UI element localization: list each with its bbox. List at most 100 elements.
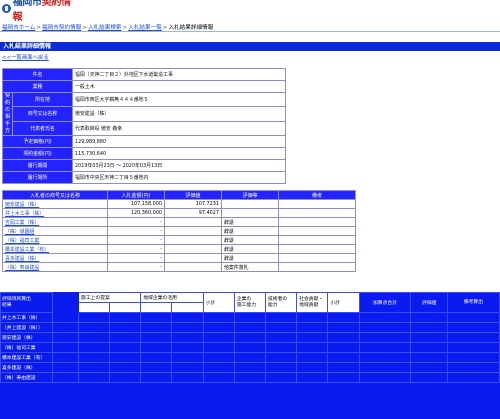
detail-label: 契約金額(円) (1, 147, 74, 160)
detail-value: 福岡市中央区天神二丁目５番地内 (72, 171, 287, 184)
table-row: （株）福司工業 (0, 342, 500, 353)
bid-remark (278, 262, 356, 272)
bid-note: 他案件落札 (221, 262, 279, 272)
bid-score (164, 253, 222, 263)
bid-score (164, 244, 222, 254)
bid-remark (278, 199, 356, 209)
bid-remark (278, 235, 356, 245)
table-row: （株）城園組 - 辞退 (2, 226, 356, 236)
detail-row: 履行期間 2019年03月23日 ～ 2020年03月13日 (1, 159, 287, 172)
table-row: 吉岡工業（株） - 辞退 (2, 217, 356, 227)
evaluation-company: （井上建設（株）） (0, 322, 53, 333)
breadcrumb: 福岡市ホーム>福岡市契約情報>入札結果検索>入札結果一覧>入札結果詳細情報 (2, 23, 500, 31)
bidder-name-link[interactable]: （株）福司工業 (2, 235, 108, 245)
detail-label: 件名 (1, 68, 74, 81)
bid-note: 辞退 (221, 226, 279, 236)
detail-row: 代表者氏名 代表取締役 徳安 義幸 (3, 120, 287, 137)
table-row: 井上木工事（株） (0, 312, 500, 323)
detail-value: 代表取締役 徳安 義幸 (72, 120, 287, 137)
breadcrumb-divider (0, 31, 500, 32)
detail-value: 福岡市西区大字鵜無４４４番地５ (72, 91, 287, 108)
bid-note: 辞退 (221, 244, 279, 254)
bid-amount: 120,360,000 (107, 208, 165, 218)
column-header: 評価値 (410, 292, 448, 313)
column-header: 備考算出 (446, 292, 500, 313)
table-row: 橋本建設工業（有） (0, 352, 500, 363)
bidders-table: 入札者の商号又は名称 入札金額(円) 評価値 評価等 備考 徳安建設（株） 10… (2, 190, 356, 272)
bid-score: 107.7231 (164, 199, 222, 209)
column-header: 加算点合計 (358, 292, 412, 313)
bid-note (221, 208, 279, 218)
bid-amount: - (107, 226, 165, 236)
evaluation-top-left-header: 評価項目算出 結果 (0, 292, 53, 313)
bidder-name-link[interactable]: 吉岡工業（株） (2, 217, 108, 227)
table-row: （株）寿由建設 (0, 372, 500, 383)
detail-label: 業種 (1, 80, 74, 93)
detail-label: 予定価格(円) (1, 135, 74, 148)
detail-label: 履行期間 (1, 159, 74, 172)
bidders-header-row: 入札者の商号又は名称 入札金額(円) 評価値 評価等 備考 (2, 190, 356, 200)
bid-remark (278, 217, 356, 227)
logo-text-city: 福岡市 (12, 0, 42, 8)
detail-row: 予定価格(円) 129,989,880 (1, 135, 287, 148)
table-row: 徳安建設（株） (0, 332, 500, 343)
evaluation-table: 評価項目算出 結果 施工上の提案 地域企業の活用 小計 企業の 施工能力 技術者… (0, 292, 500, 383)
table-row: （株）寿由建設 - 他案件落札 (2, 262, 356, 272)
table-row: 喜多建設（株） - 辞退 (2, 253, 356, 263)
bidder-name-link[interactable]: 喜多建設（株） (2, 253, 108, 263)
bid-remark (278, 208, 356, 218)
column-header: 地域企業の活用 (140, 292, 204, 303)
section-title: 入札結果詳細情報 (0, 42, 500, 51)
evaluation-company: 徳安建設（株） (0, 332, 53, 343)
city-emblem-icon (2, 3, 11, 13)
column-header: 評価等 (221, 190, 279, 200)
table-row: 橋本建設工業（有） - 辞退 (2, 244, 356, 254)
bid-score (164, 217, 222, 227)
bidder-name-link[interactable]: 井上木工事（株） (2, 208, 108, 218)
bid-score (164, 226, 222, 236)
detail-value: 福岡（天神二丁目２）外地区下水道築造工事 (72, 68, 287, 81)
bid-score (164, 262, 222, 272)
evaluation-header-row: 評価項目算出 結果 施工上の提案 地域企業の活用 小計 企業の 施工能力 技術者… (0, 292, 500, 313)
column-header: 小計 (202, 292, 235, 313)
bid-note: 辞退 (221, 235, 279, 245)
detail-value: 一般土木 (72, 80, 287, 93)
detail-label: 履行場所 (1, 171, 74, 184)
detail-row: 契約の相手方 所在地 福岡市西区大字鵜無４４４番地５ (2, 91, 287, 136)
detail-value: 129,989,880 (72, 135, 287, 148)
column-header: 小計 (327, 292, 360, 313)
detail-value: 2019年03月23日 ～ 2020年03月13日 (72, 159, 287, 172)
bid-remark (278, 226, 356, 236)
evaluation-company: 喜多建設（株） (0, 362, 53, 373)
column-header: 技術者の 能力 (264, 292, 298, 313)
detail-label: 代表者氏名 (11, 120, 74, 137)
detail-row: 履行場所 福岡市中央区天神二丁目５番地内 (1, 171, 287, 184)
site-logo[interactable]: 福岡市契約情報 (2, 0, 78, 23)
contract-party-group-label: 契約の相手方 (2, 92, 13, 136)
detail-row: 契約金額(円) 115,730,640 (1, 147, 287, 160)
bid-amount: - (107, 253, 165, 263)
column-header: 企業の 施工能力 (233, 292, 267, 313)
detail-row: 商号又は名称 徳安建設（株） (3, 106, 287, 122)
detail-label: 所在地 (11, 91, 74, 108)
detail-value: 徳安建設（株） (72, 106, 287, 122)
column-header: 入札者の商号又は名称 (2, 190, 108, 200)
column-header: 施工上の提案 (77, 292, 142, 303)
detail-row: 件名 福岡（天神二丁目２）外地区下水道築造工事 (1, 68, 287, 81)
bid-score (164, 235, 222, 245)
bid-remark (278, 244, 356, 254)
table-row: （株）福司工業 - 辞退 (2, 235, 356, 245)
evaluation-company: 橋本建設工業（有） (0, 352, 53, 363)
bidder-name-link[interactable]: 徳安建設（株） (2, 199, 108, 209)
bidder-name-link[interactable]: （株）寿由建設 (2, 262, 108, 272)
evaluation-section: 評価項目算出 結果 施工上の提案 地域企業の活用 小計 企業の 施工能力 技術者… (0, 292, 500, 419)
bidder-name-link[interactable]: （株）城園組 (2, 226, 108, 236)
detail-label: 商号又は名称 (11, 106, 74, 122)
table-row: 徳安建設（株） 107,158,000 107.7231 (2, 199, 356, 209)
table-row: （井上建設（株）） (0, 322, 500, 333)
bidder-name-link[interactable]: 橋本建設工業（有） (2, 244, 108, 254)
bid-amount: - (107, 262, 165, 272)
bid-amount: - (107, 235, 165, 245)
back-to-list-link[interactable]: <<一覧画面へ戻る (2, 53, 49, 61)
column-header: 備考 (278, 190, 356, 200)
